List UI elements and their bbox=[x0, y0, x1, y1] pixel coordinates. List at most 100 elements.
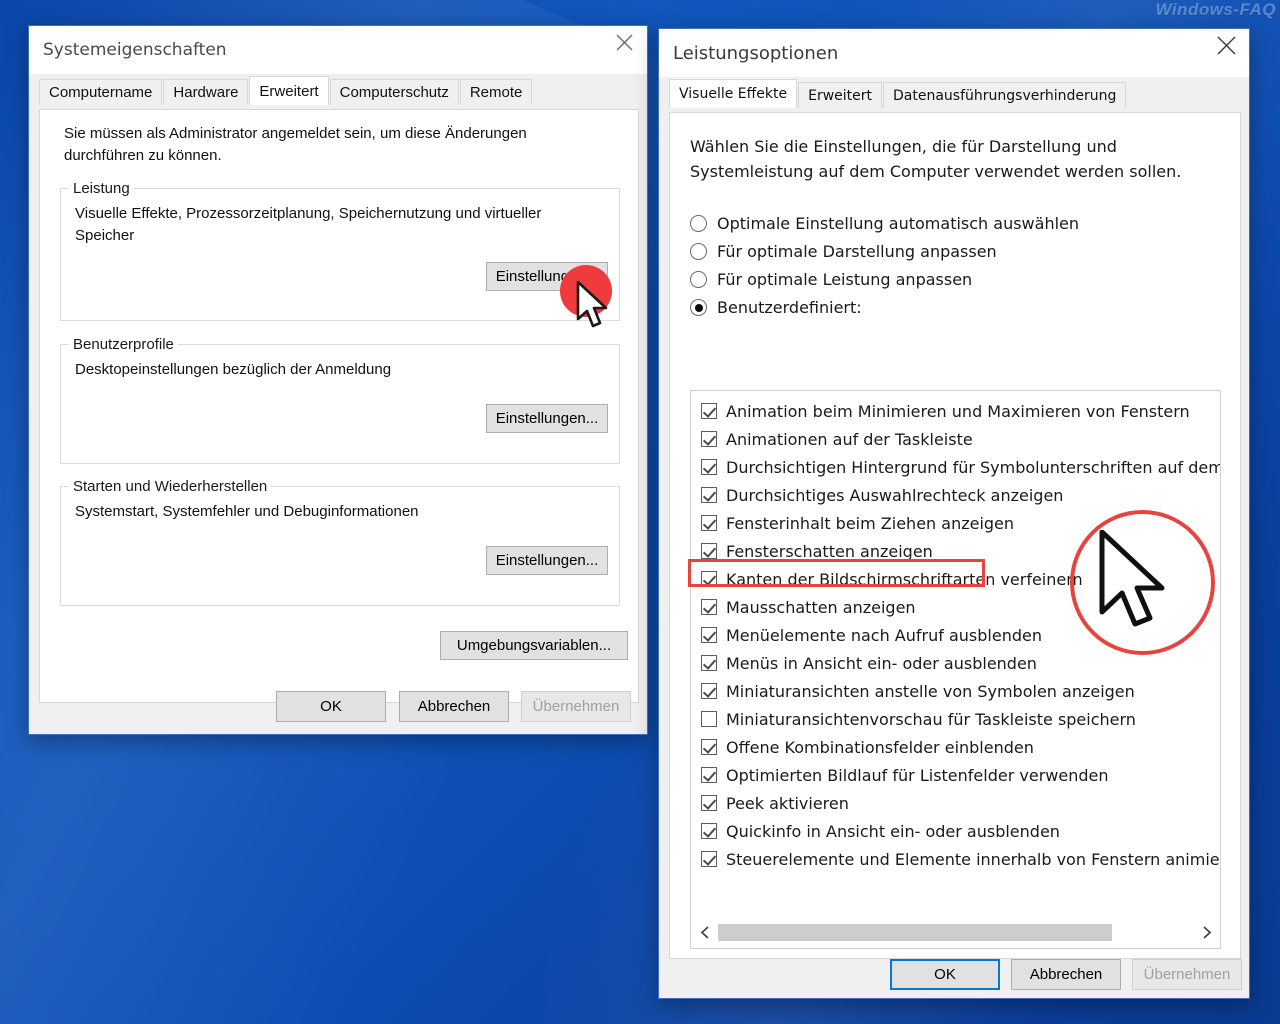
effect-row-8[interactable]: Menüelemente nach Aufruf ausblenden bbox=[701, 621, 1220, 649]
tab-hardware[interactable]: Hardware bbox=[163, 79, 249, 105]
leistung-einstellungen-button[interactable]: Einstellungen... bbox=[486, 262, 608, 291]
group-starten-wiederherstellen: Starten und Wiederherstellen Systemstart… bbox=[60, 478, 620, 606]
perfopts-cancel-button[interactable]: Abbrechen bbox=[1011, 959, 1121, 990]
radio-label: Für optimale Darstellung anpassen bbox=[717, 242, 997, 261]
effect-label: Optimierten Bildlauf für Listenfelder ve… bbox=[726, 765, 1109, 785]
effect-row-14[interactable]: Peek aktivieren bbox=[701, 789, 1220, 817]
group-benutzerprofile-legend: Benutzerprofile bbox=[69, 336, 178, 353]
performance-options-title: Leistungsoptionen bbox=[673, 42, 839, 64]
effect-row-12[interactable]: Offene Kombinationsfelder einblenden bbox=[701, 733, 1220, 761]
checkbox[interactable] bbox=[701, 795, 717, 811]
performance-options-tabstrip: Visuelle Effekte Erweitert Datenausführu… bbox=[659, 77, 1249, 108]
scrollbar-track[interactable] bbox=[718, 923, 1193, 941]
effect-row-3[interactable]: Durchsichtiges Auswahlrechteck anzeigen bbox=[701, 481, 1220, 509]
chevron-right-icon[interactable] bbox=[1193, 917, 1219, 947]
effect-row-2[interactable]: Durchsichtigen Hintergrund für Symbolunt… bbox=[701, 453, 1220, 481]
horizontal-scrollbar[interactable] bbox=[692, 917, 1219, 947]
sysprops-ok-button[interactable]: OK bbox=[276, 691, 386, 722]
checkbox[interactable] bbox=[701, 403, 717, 419]
scrollbar-thumb[interactable] bbox=[718, 923, 1113, 941]
group-benutzerprofile-description: Desktopeinstellungen bezüglich der Anmel… bbox=[75, 361, 392, 378]
effect-row-13[interactable]: Optimierten Bildlauf für Listenfelder ve… bbox=[701, 761, 1220, 789]
sysprops-cancel-button[interactable]: Abbrechen bbox=[399, 691, 509, 722]
tab-label: Datenausführungsverhinderung bbox=[893, 87, 1117, 104]
effect-row-9[interactable]: Menüs in Ansicht ein- oder ausblenden bbox=[701, 649, 1220, 677]
effect-label: Animationen auf der Taskleiste bbox=[726, 429, 973, 449]
tab-remote[interactable]: Remote bbox=[459, 79, 533, 105]
tab-label: Remote bbox=[469, 84, 523, 101]
checkbox[interactable] bbox=[701, 571, 717, 587]
effect-row-7-mausschatten[interactable]: Mausschatten anzeigen bbox=[701, 593, 1220, 621]
button-label: Einstellungen... bbox=[495, 552, 599, 569]
tab-erweitert[interactable]: Erweitert bbox=[249, 76, 329, 105]
checkbox[interactable] bbox=[701, 459, 717, 475]
checkbox[interactable] bbox=[701, 599, 717, 615]
radio-optimale-einstellung[interactable]: Optimale Einstellung automatisch auswähl… bbox=[690, 214, 1210, 233]
effect-label: Menüs in Ansicht ein- oder ausblenden bbox=[726, 653, 1037, 673]
radio-indicator bbox=[690, 215, 707, 232]
system-properties-titlebar: Systemeigenschaften bbox=[29, 26, 647, 74]
button-label: OK bbox=[934, 966, 956, 983]
performance-options-tabpage: Wählen Sie die Einstellungen, die für Da… bbox=[669, 112, 1241, 959]
effect-label: Miniaturansichtenvorschau für Taskleiste… bbox=[726, 709, 1136, 729]
effect-row-10[interactable]: Miniaturansichten anstelle von Symbolen … bbox=[701, 677, 1220, 705]
checkbox[interactable] bbox=[701, 767, 717, 783]
group-benutzerprofile: Benutzerprofile Desktopeinstellungen bez… bbox=[60, 336, 620, 464]
system-properties-title: Systemeigenschaften bbox=[43, 40, 227, 60]
admin-notice: Sie müssen als Administrator angemeldet … bbox=[64, 125, 527, 164]
effect-label: Fensterschatten anzeigen bbox=[726, 541, 933, 561]
tab-erweitert[interactable]: Erweitert bbox=[798, 82, 883, 108]
checkbox[interactable] bbox=[701, 823, 717, 839]
effect-row-1[interactable]: Animationen auf der Taskleiste bbox=[701, 425, 1220, 453]
umgebungsvariablen-button[interactable]: Umgebungsvariablen... bbox=[440, 631, 628, 660]
checkbox[interactable] bbox=[701, 683, 717, 699]
checkbox[interactable] bbox=[701, 487, 717, 503]
radio-label: Für optimale Leistung anpassen bbox=[717, 270, 973, 289]
close-icon[interactable] bbox=[601, 26, 647, 58]
checkbox[interactable] bbox=[701, 543, 717, 559]
tab-computerschutz[interactable]: Computerschutz bbox=[329, 79, 459, 105]
effect-row-5[interactable]: Fensterschatten anzeigen bbox=[701, 537, 1220, 565]
system-properties-tabstrip: Computername Hardware Erweitert Computer… bbox=[29, 74, 647, 105]
effect-row-4[interactable]: Fensterinhalt beim Ziehen anzeigen bbox=[701, 509, 1220, 537]
radio-optimale-darstellung[interactable]: Für optimale Darstellung anpassen bbox=[690, 242, 1210, 261]
performance-options-titlebar: Leistungsoptionen bbox=[659, 29, 1249, 77]
radio-indicator bbox=[690, 299, 707, 316]
radio-benutzerdefiniert[interactable]: Benutzerdefiniert: bbox=[690, 298, 1210, 317]
tab-label: Hardware bbox=[173, 84, 239, 101]
close-icon[interactable] bbox=[1203, 29, 1249, 61]
chevron-left-icon[interactable] bbox=[692, 917, 718, 947]
tab-visuelle-effekte[interactable]: Visuelle Effekte bbox=[669, 79, 798, 108]
checkbox[interactable] bbox=[701, 739, 717, 755]
tab-datenausfuehrungsverhinderung[interactable]: Datenausführungsverhinderung bbox=[883, 82, 1127, 108]
radio-indicator bbox=[690, 243, 707, 260]
checkbox[interactable] bbox=[701, 515, 717, 531]
checkbox[interactable] bbox=[701, 655, 717, 671]
effect-row-11[interactable]: Miniaturansichtenvorschau für Taskleiste… bbox=[701, 705, 1220, 733]
button-label: OK bbox=[320, 698, 342, 715]
checkbox[interactable] bbox=[701, 851, 717, 867]
tab-computername[interactable]: Computername bbox=[39, 79, 163, 105]
visual-effects-listbox[interactable]: Animation beim Minimieren und Maximieren… bbox=[690, 390, 1221, 949]
performance-intro: Wählen Sie die Einstellungen, die für Da… bbox=[690, 137, 1182, 181]
effect-label: Fensterinhalt beim Ziehen anzeigen bbox=[726, 513, 1015, 533]
checkbox[interactable] bbox=[701, 711, 717, 727]
effect-label: Animation beim Minimieren und Maximieren… bbox=[726, 401, 1190, 421]
performance-radio-group: Optimale Einstellung automatisch auswähl… bbox=[690, 214, 1210, 317]
radio-optimale-leistung[interactable]: Für optimale Leistung anpassen bbox=[690, 270, 1210, 289]
checkbox[interactable] bbox=[701, 627, 717, 643]
effect-label: Menüelemente nach Aufruf ausblenden bbox=[726, 625, 1042, 645]
effect-label: Offene Kombinationsfelder einblenden bbox=[726, 737, 1034, 757]
effect-row-6[interactable]: Kanten der Bildschirmschriftarten verfei… bbox=[701, 565, 1220, 593]
watermark: Windows-FAQ bbox=[1155, 0, 1276, 19]
effect-row-16[interactable]: Steuerelemente und Elemente innerhalb vo… bbox=[701, 845, 1220, 873]
effect-row-15[interactable]: Quickinfo in Ansicht ein- oder ausblende… bbox=[701, 817, 1220, 845]
checkbox[interactable] bbox=[701, 431, 717, 447]
button-label: Umgebungsvariablen... bbox=[456, 637, 612, 654]
benutzerprofile-einstellungen-button[interactable]: Einstellungen... bbox=[486, 404, 608, 433]
group-starten-description: Systemstart, Systemfehler und Debuginfor… bbox=[75, 503, 419, 520]
perfopts-ok-button[interactable]: OK bbox=[890, 959, 1000, 990]
starten-einstellungen-button[interactable]: Einstellungen... bbox=[486, 546, 608, 575]
effect-row-0[interactable]: Animation beim Minimieren und Maximieren… bbox=[701, 397, 1220, 425]
group-starten-legend: Starten und Wiederherstellen bbox=[69, 478, 272, 495]
